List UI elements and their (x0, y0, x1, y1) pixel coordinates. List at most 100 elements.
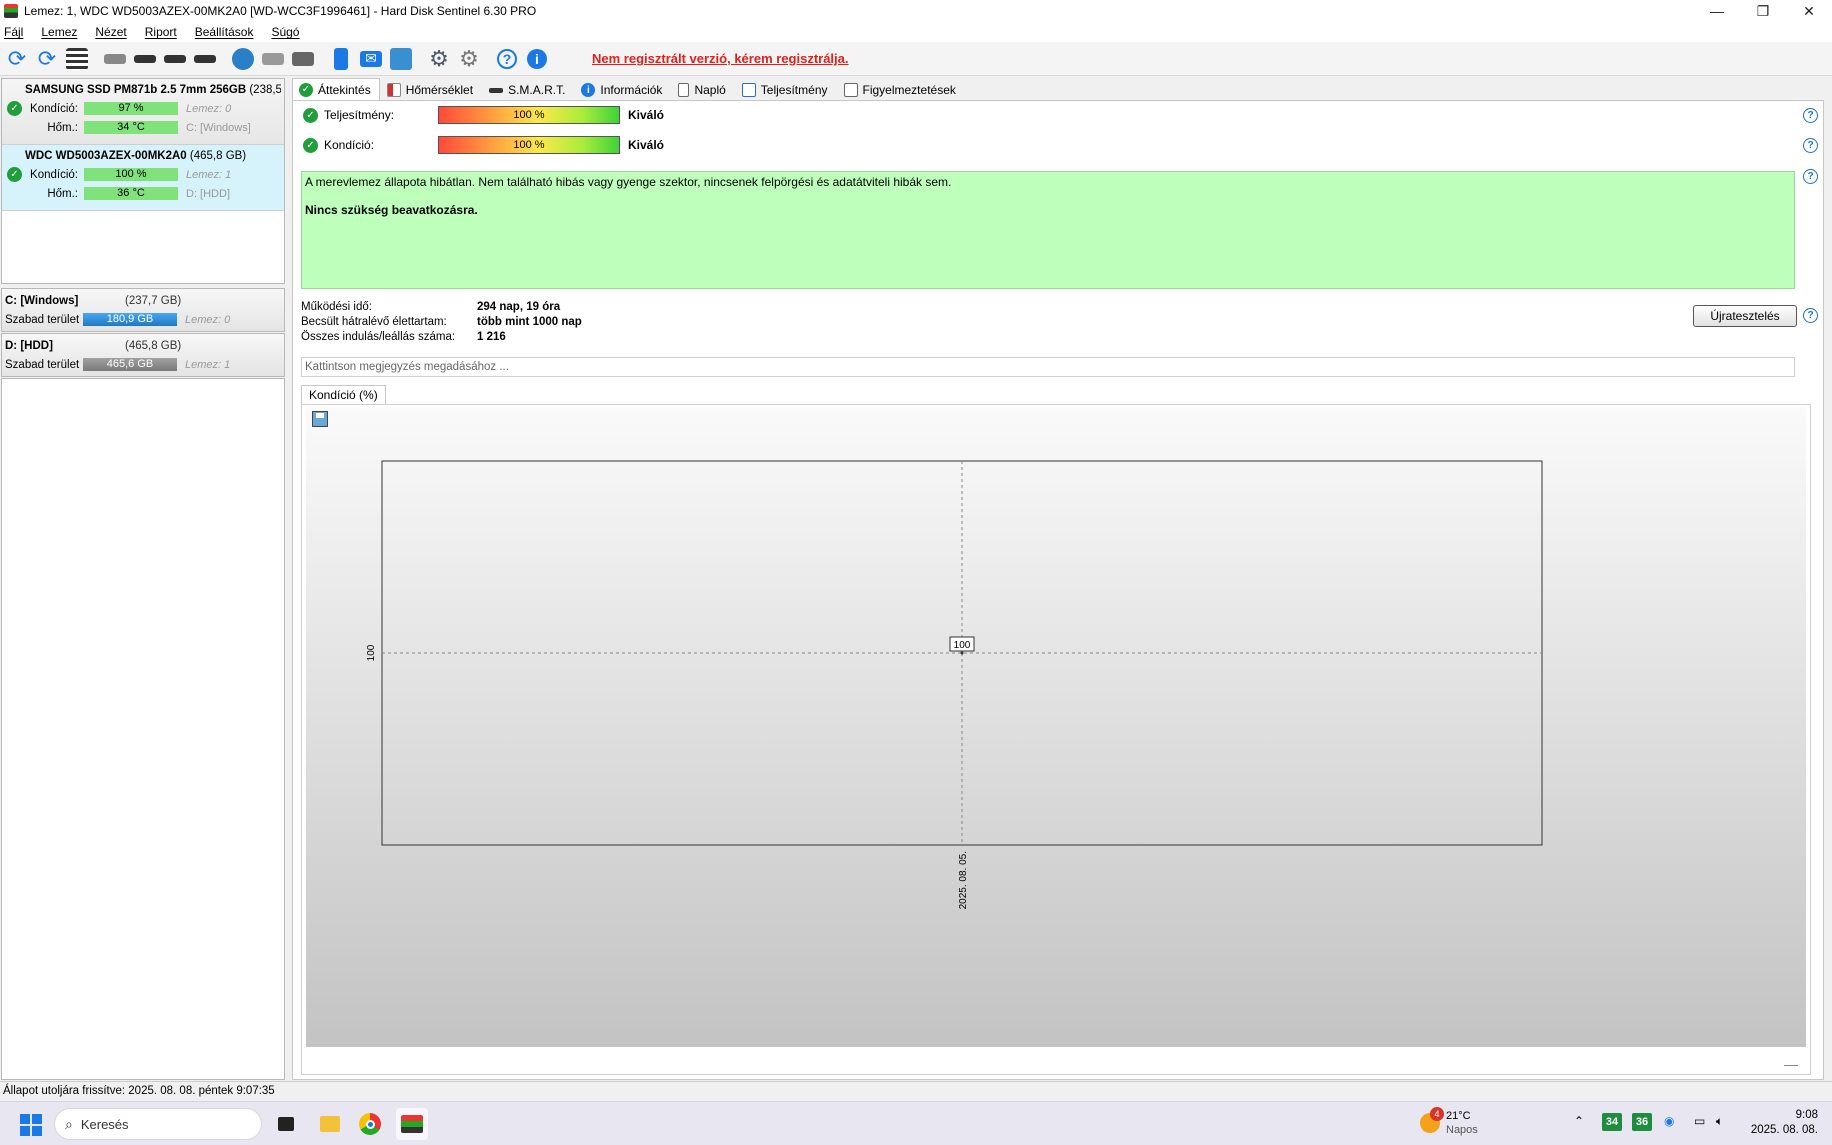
tab-chart-health[interactable]: Kondíció (%) (301, 385, 386, 405)
task-view-icon[interactable] (270, 1108, 302, 1140)
taskbar: ⌕ Keresés 4 21°C Napos ⌃ 34 36 ◉ ▭ 🔈︎ 9:… (0, 1101, 1832, 1145)
disk-list-button[interactable] (64, 46, 90, 72)
network-button[interactable] (260, 46, 286, 72)
clock-date: 2025. 08. 08. (1750, 1124, 1818, 1136)
printer-button[interactable] (290, 46, 316, 72)
help-icon[interactable]: ? (1803, 138, 1818, 153)
startstop-label: Összes indulás/leállás száma: (301, 331, 456, 343)
startstop-value: 1 216 (477, 331, 506, 343)
help-icon[interactable]: ? (1803, 169, 1818, 184)
file-explorer-icon[interactable] (314, 1108, 346, 1140)
info-icon: i (581, 83, 596, 97)
weather-desc: Napos (1446, 1124, 1478, 1136)
tray-disk-temp-2[interactable]: 36 (1632, 1113, 1652, 1131)
close-button[interactable]: ✕ (1786, 0, 1832, 22)
volume-icon[interactable]: 🔈︎ (1716, 1114, 1723, 1129)
check-icon: ✓ (7, 101, 22, 116)
disk-button[interactable] (102, 46, 128, 72)
tab-temperature[interactable]: Hőmérséklet (380, 80, 482, 100)
web-report-icon (390, 47, 412, 70)
disk-name: SAMSUNG SSD PM871b 2.5 7mm 256GB (238,5 … (25, 84, 281, 96)
mail-button[interactable]: ✉ (358, 46, 384, 72)
printer-icon (292, 51, 314, 66)
maximize-button[interactable]: ❐ (1740, 0, 1786, 22)
disk-list: SAMSUNG SSD PM871b 2.5 7mm 256GB (238,5 … (1, 78, 285, 284)
tray-disk-temp-1[interactable]: 34 (1602, 1113, 1622, 1131)
lifetime-value: több mint 1000 nap (477, 316, 582, 328)
weather-badge: 4 (1430, 1107, 1444, 1121)
status-text: A merevlemez állapota hibátlan. Nem talá… (305, 175, 952, 189)
register-link[interactable]: Nem regisztrált verzió, kérem regisztrál… (592, 51, 849, 66)
report-button[interactable] (328, 46, 354, 72)
tab-alerts[interactable]: Figyelmeztetések (837, 80, 965, 100)
chart-icon (741, 83, 756, 97)
refresh-button[interactable]: ⟳ (4, 46, 30, 72)
globe-disk-button[interactable] (230, 46, 256, 72)
disk-check-button[interactable] (162, 46, 188, 72)
chevron-up-icon[interactable]: ⌃ (1574, 1114, 1584, 1128)
menu-file[interactable]: Fájl (4, 25, 23, 39)
chart-resize-handle[interactable] (1784, 1065, 1798, 1066)
menu-settings[interactable]: Beállítások (195, 25, 254, 39)
info-icon: i (527, 48, 547, 69)
web-report-button[interactable] (388, 46, 414, 72)
sound-settings-button[interactable]: ⚙ (456, 46, 482, 72)
menu-disk[interactable]: Lemez (41, 25, 77, 39)
check-icon: ✓ (303, 137, 318, 153)
status-bar: Állapot utoljára frissítve: 2025. 08. 08… (0, 1081, 1832, 1101)
x-tick-label: 2025. 08. 05. (958, 851, 969, 909)
performance-rating: Kiváló (628, 108, 665, 122)
help-icon[interactable]: ? (1803, 108, 1818, 123)
drive-letter: C: [Windows] (186, 121, 251, 134)
performance-row: ✓ Teljesítmény: 100 % Kiváló (301, 105, 664, 125)
tab-log[interactable]: Napló (671, 80, 734, 100)
minimize-button[interactable]: — (1694, 0, 1740, 22)
info-button[interactable]: i (524, 46, 550, 72)
menu-view[interactable]: Nézet (95, 25, 126, 39)
security-icon[interactable]: ◉ (1664, 1114, 1674, 1128)
disk-item-0[interactable]: SAMSUNG SSD PM871b 2.5 7mm 256GB (238,5 … (2, 79, 284, 145)
partition-item-0[interactable]: C: [Windows] (237,7 GB) Szabad terület 1… (1, 288, 285, 332)
thermometer-icon (386, 83, 401, 97)
disk-list-icon (66, 47, 88, 70)
tab-smart[interactable]: S.M.A.R.T. (482, 80, 574, 100)
tab-strip: ✓ Áttekintés Hőmérséklet S.M.A.R.T. i Info… (292, 78, 965, 100)
free-space-label: Szabad terület (5, 358, 80, 371)
performance-label: Teljesítmény: (324, 108, 395, 122)
refresh-icon: ⟳ (7, 45, 27, 71)
performance-bar: 100 % (438, 106, 620, 124)
weather-widget[interactable]: 4 21°C Napos (1420, 1107, 1478, 1137)
tab-information[interactable]: i Információk (574, 80, 671, 100)
refresh-warning-button[interactable]: ⟳ (34, 46, 60, 72)
taskbar-search[interactable]: ⌕ Keresés (54, 1108, 262, 1140)
partition-item-1[interactable]: D: [HDD] (465,8 GB) Szabad terület 465,6… (1, 333, 285, 377)
network-icon[interactable]: ▭ (1694, 1114, 1705, 1128)
retest-button[interactable]: Újratesztelés (1693, 305, 1797, 327)
disk-clock-button[interactable] (132, 46, 158, 72)
chrome-icon[interactable] (354, 1108, 386, 1140)
menu-report[interactable]: Riport (145, 25, 177, 39)
left-panel: SAMSUNG SSD PM871b 2.5 7mm 256GB (238,5 … (0, 78, 286, 1080)
partition-name: C: [Windows] (5, 294, 79, 307)
disk-number: Lemez: 0 (186, 102, 232, 115)
menu-help[interactable]: Súgó (271, 25, 299, 39)
tab-overview[interactable]: ✓ Áttekintés (292, 78, 380, 100)
lifetime-label: Becsült hátralévő élettartam: (301, 316, 447, 328)
sun-icon: 4 (1420, 1107, 1444, 1133)
help-button[interactable]: ? (494, 46, 520, 72)
start-button[interactable] (20, 1114, 42, 1136)
disk-item-1[interactable]: WDC WD5003AZEX-00MK2A0 (465,8 GB) ✓ Kond… (2, 145, 284, 211)
help-icon[interactable]: ? (1803, 308, 1818, 323)
clock[interactable]: 9:08 2025. 08. 08. (1751, 1108, 1818, 1138)
app-icon (4, 4, 18, 18)
health-rating: Kiváló (628, 138, 665, 152)
hard-disk-sentinel-icon[interactable] (396, 1108, 428, 1140)
tab-performance[interactable]: Teljesítmény (735, 80, 837, 100)
note-input[interactable]: Kattintson megjegyzés megadásához ... (301, 357, 1795, 377)
disk-search-button[interactable] (192, 46, 218, 72)
health-bar: 100 % (438, 136, 620, 154)
temp-label: Hőm.: (47, 187, 78, 200)
disk-number: Lemez: 0 (185, 313, 231, 326)
title-bar: Lemez: 1, WDC WD5003AZEX-00MK2A0 [WD-WCC… (0, 0, 1832, 22)
settings-button[interactable]: ⚙ (426, 46, 452, 72)
